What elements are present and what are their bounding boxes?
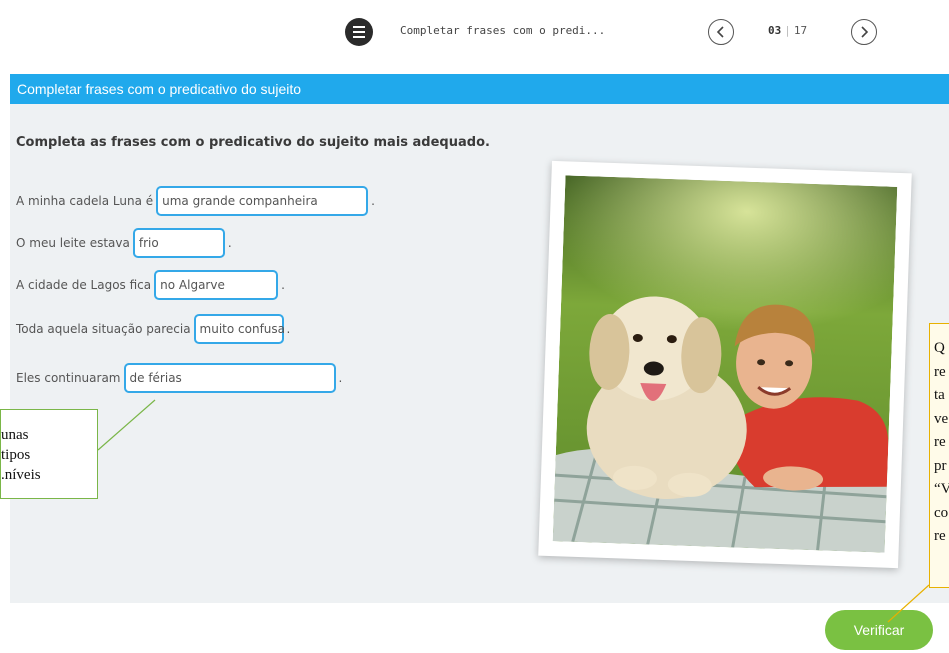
exercise-instruction: Completa as frases com o predicativo do … (16, 135, 490, 150)
sentence-row: O meu leite estava frio . (16, 228, 232, 258)
sentence-prefix: Toda aquela situação parecia (16, 322, 191, 336)
sentence-suffix: . (371, 194, 375, 208)
callout-line: pr (934, 457, 947, 474)
boy-and-dog-photo (552, 175, 898, 553)
sentence-prefix: A cidade de Lagos fica (16, 278, 152, 292)
sentence-suffix: . (227, 236, 232, 250)
next-button[interactable] (851, 19, 877, 45)
annotation-callout-right: Q re ta ve re pr “V co re (929, 323, 949, 588)
sentence-suffix: . (338, 371, 343, 385)
callout-line: unas (1, 427, 29, 443)
verify-button[interactable]: Verificar (825, 610, 933, 650)
chevron-left-icon (716, 26, 724, 38)
photo-illustration (552, 175, 898, 553)
total-pages: 17 (793, 24, 808, 37)
list-icon (353, 26, 365, 38)
answer-field[interactable]: de férias (123, 363, 336, 393)
callout-line: tipos (1, 447, 31, 463)
callout-line: “V (934, 481, 949, 497)
sentence-row: Toda aquela situação parecia muito confu… (16, 314, 290, 344)
callout-line: co (934, 504, 949, 521)
callout-line: re (934, 528, 946, 544)
bottom-bar (10, 603, 949, 653)
callout-line: Q (934, 340, 945, 356)
sentence-row: A minha cadela Luna é uma grande companh… (16, 186, 375, 216)
sentence-suffix: . (286, 322, 291, 336)
callout-line: re (934, 363, 946, 380)
callout-line: ta (934, 387, 945, 403)
current-page: 03 (768, 24, 782, 37)
sentence-prefix: A minha cadela Luna é (16, 194, 154, 208)
page-counter: 03 | 17 (768, 24, 807, 37)
callout-line: níveis. (1, 467, 41, 483)
sentence-prefix: O meu leite estava (16, 236, 130, 250)
answer-field[interactable]: muito confusa (193, 314, 285, 344)
answer-field[interactable]: uma grande companheira (156, 186, 369, 216)
annotation-callout-left: unas tipos níveis. (0, 409, 98, 499)
sentence-prefix: Eles continuaram (16, 371, 121, 385)
callout-line: re (934, 434, 946, 450)
menu-button[interactable] (345, 18, 373, 46)
sentence-row: A cidade de Lagos fica no Algarve . (16, 270, 285, 300)
previous-button[interactable] (708, 19, 734, 45)
photo-frame (538, 160, 912, 569)
sentence-row: Eles continuaram de férias . (16, 363, 342, 393)
activity-title: Completar frases com o predi... (400, 24, 606, 37)
answer-field[interactable]: no Algarve (154, 270, 279, 300)
answer-field[interactable]: frio (132, 228, 225, 258)
callout-line: ve (934, 410, 949, 427)
chevron-right-icon (861, 26, 869, 38)
sentence-suffix: . (281, 278, 285, 292)
exercise-header: Completar frases com o predicativo do su… (10, 74, 949, 104)
counter-separator: | (784, 24, 791, 37)
